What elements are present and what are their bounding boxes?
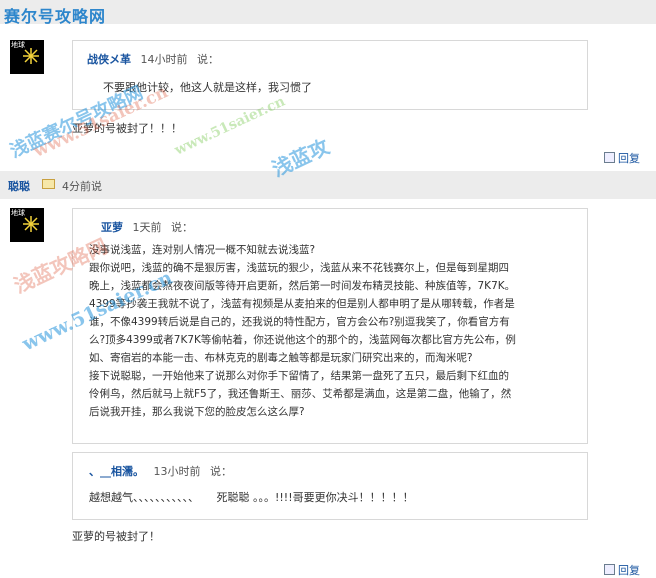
says-label: 说： xyxy=(210,465,232,478)
comment-paragraph: 没事说浅蓝，连对别人情况一概不知就去说浅蓝? 跟你说吧，浅蓝的确不是狠厉害，浅蓝… xyxy=(89,244,516,418)
comment-quote-box: 、__相濡。 13小时前 说： 越想越气、、、、、、、、、、、 死聪聪 。。。!… xyxy=(72,452,588,520)
site-logo: 赛尔号攻略网 xyxy=(4,7,107,26)
reply-button[interactable]: 回复 xyxy=(604,150,640,166)
comment-text: 越想越气、、、、、、、、、、、 死聪聪 。。。!!!!哥要更你决斗！！！！！ xyxy=(89,491,414,504)
user-name[interactable]: 聪聪 xyxy=(8,178,30,194)
comment-author[interactable]: 亚萝 xyxy=(101,221,123,234)
user-time: 4分前说 xyxy=(62,180,102,193)
comment-text: 不要跟他计较，他这人就是这样，我习惯了 xyxy=(103,81,312,94)
user-bar: 聪聪 4分前说 xyxy=(0,171,656,199)
comment-quote-box: 亚萝 1天前 说： 没事说浅蓝，连对别人情况一概不知就去说浅蓝? 跟你说吧，浅蓝… xyxy=(72,208,588,444)
reply-icon xyxy=(604,152,615,163)
says-label: 说： xyxy=(171,221,193,234)
star-icon xyxy=(23,216,39,232)
reply-link[interactable]: 回复 xyxy=(618,564,640,577)
reply-link[interactable]: 回复 xyxy=(618,152,640,165)
avatar[interactable]: 地球 xyxy=(10,208,44,242)
comment-time: 14小时前 xyxy=(140,53,188,66)
avatar[interactable]: 地球 xyxy=(10,40,44,74)
reply-button[interactable]: 回复 xyxy=(604,562,640,578)
top-bar: 赛尔号攻略网 xyxy=(0,0,656,26)
star-icon xyxy=(23,48,39,64)
comment-author[interactable]: 战侠メ革 xyxy=(87,53,131,66)
comment-time: 13小时前 xyxy=(153,465,201,478)
reply-text: 亚萝的号被封了！！！ xyxy=(72,122,182,135)
reply-text: 亚萝的号被封了！ xyxy=(72,530,160,543)
reply-icon xyxy=(604,564,615,575)
says-label: 说： xyxy=(197,53,219,66)
message-icon[interactable] xyxy=(42,179,55,189)
comment-author[interactable]: 、__相濡。 xyxy=(89,465,144,478)
comment-quote-box: 战侠メ革 14小时前 说： 不要跟他计较，他这人就是这样，我习惯了 xyxy=(72,40,588,110)
comment-time: 1天前 xyxy=(132,221,162,234)
